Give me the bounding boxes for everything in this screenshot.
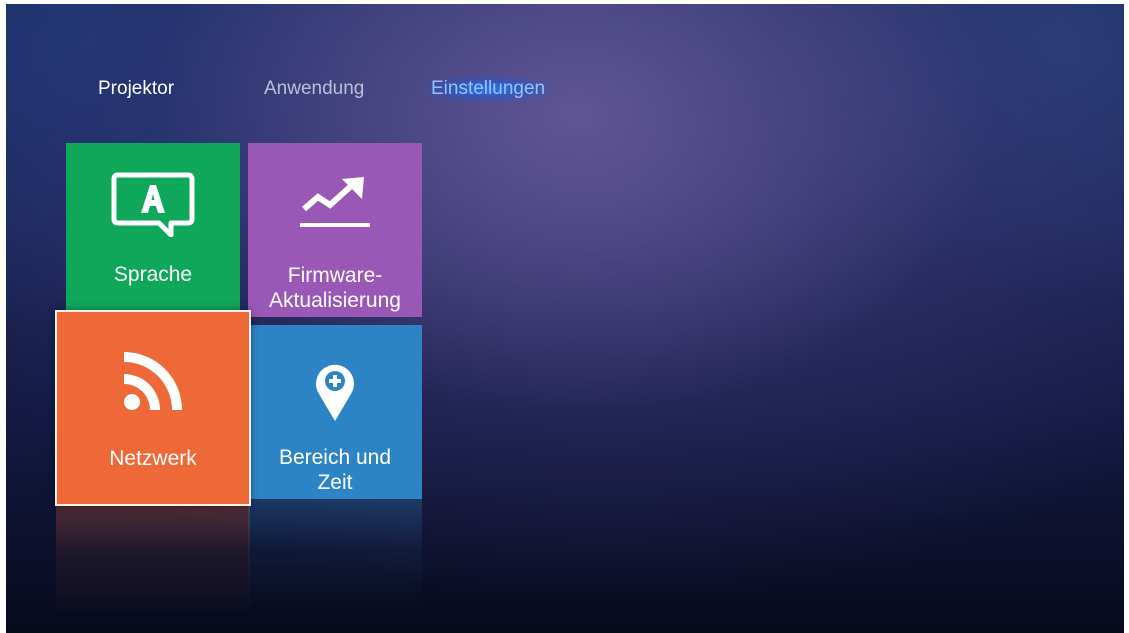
- language-icon: [111, 171, 195, 242]
- tile-bereich-und-zeit[interactable]: Bereich und Zeit: [248, 325, 422, 499]
- tile-firmware-label-line1: Firmware-: [287, 264, 383, 287]
- tile-bereich-label-line2: Zeit: [317, 471, 353, 494]
- tile-sprache[interactable]: Sprache: [66, 143, 240, 317]
- tile-netzwerk-label: Netzwerk: [109, 447, 197, 470]
- tile-firmware-label-line2: Aktualisierung: [269, 289, 401, 312]
- tab-einstellungen[interactable]: Einstellungen: [417, 74, 560, 104]
- region-pin-icon: [314, 361, 356, 428]
- tab-projektor[interactable]: Projektor: [98, 74, 174, 104]
- tab-anwendung[interactable]: Anwendung: [264, 74, 364, 104]
- tile-reflection-left: [56, 506, 250, 616]
- firmware-update-icon: [298, 175, 372, 236]
- network-icon: [122, 350, 184, 417]
- tile-netzwerk[interactable]: Netzwerk: [55, 310, 251, 506]
- tile-reflection-right: [248, 499, 422, 609]
- tile-bereich-label-line1: Bereich und: [278, 446, 392, 469]
- tile-firmware-aktualisierung[interactable]: Firmware- Aktualisierung: [248, 143, 422, 317]
- tile-sprache-label: Sprache: [113, 263, 193, 286]
- settings-screen: Projektor Anwendung Einstellungen Sprach…: [6, 4, 1124, 633]
